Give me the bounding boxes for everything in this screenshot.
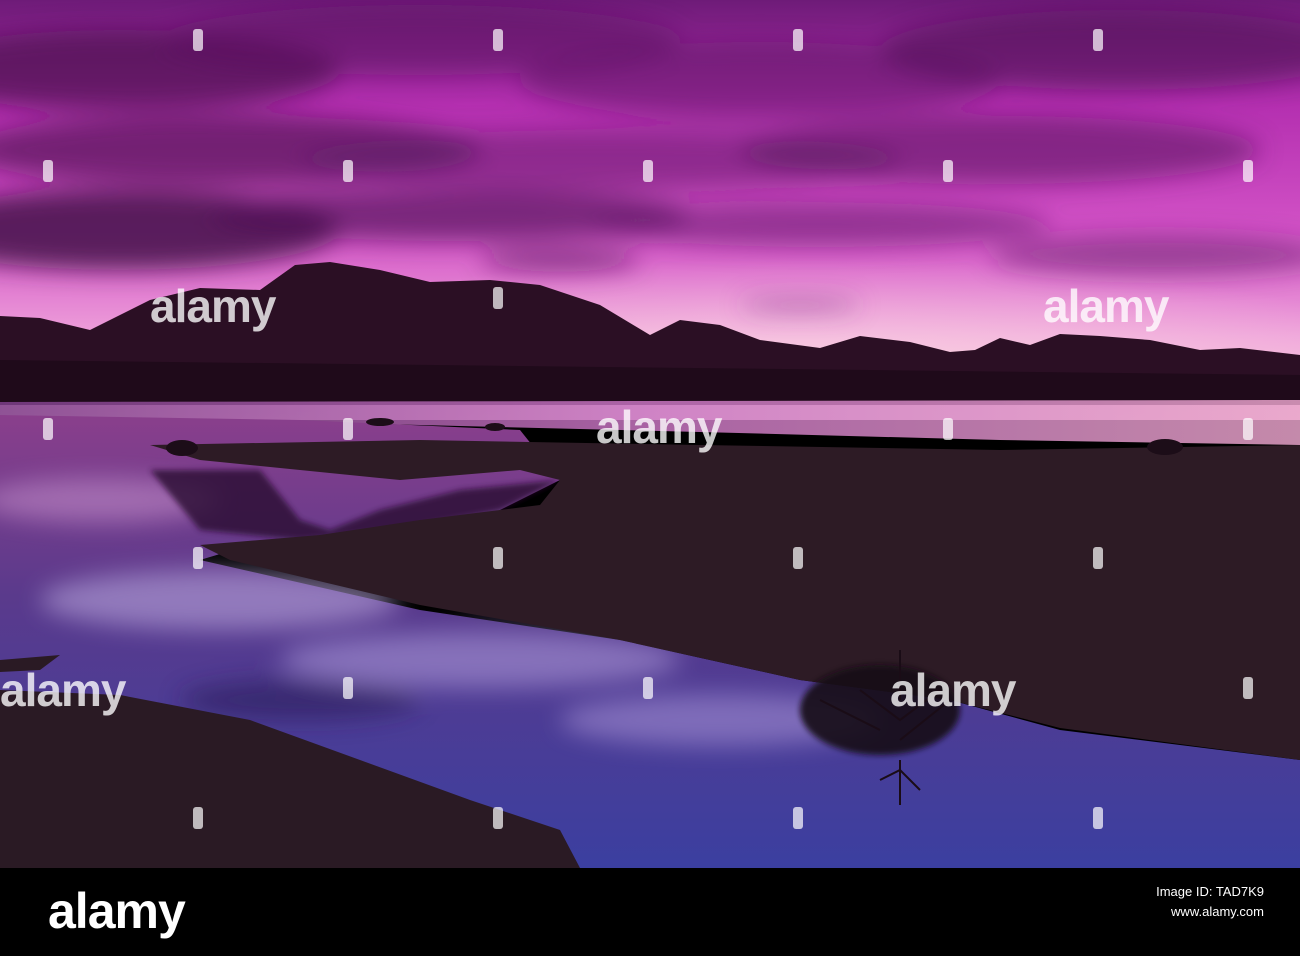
- alamy-logo: alamy: [48, 883, 186, 939]
- page: alamy alamy alamy alamy alamy alamy Imag…: [0, 0, 1300, 956]
- site-url: www.alamy.com: [1171, 904, 1264, 919]
- image-info: Image ID: TAD7K9 www.alamy.com: [1156, 882, 1264, 922]
- landscape-photo: alamy alamy alamy alamy alamy: [0, 0, 1300, 868]
- image-id-label: Image ID: TAD7K9: [1156, 884, 1264, 899]
- footer-bar: alamy Image ID: TAD7K9 www.alamy.com: [0, 868, 1300, 956]
